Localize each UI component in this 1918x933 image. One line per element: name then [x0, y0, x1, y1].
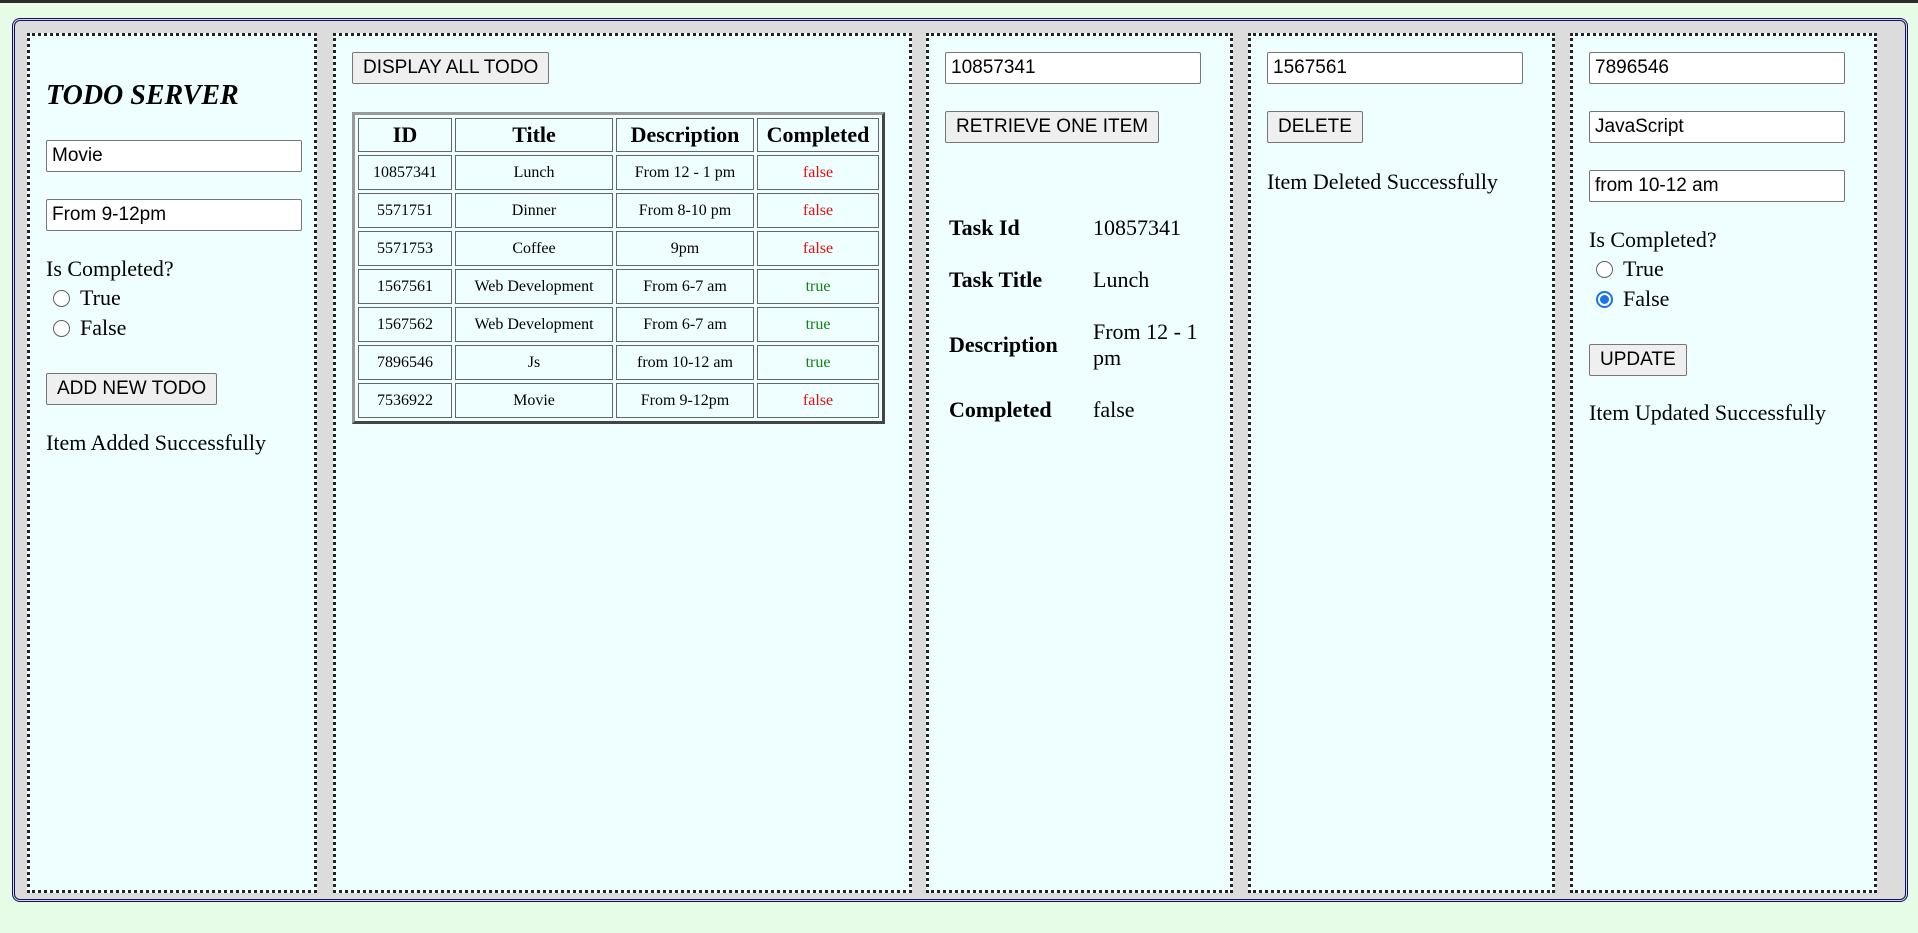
cell-description: From 8-10 pm — [616, 193, 754, 228]
cell-id: 1567562 — [358, 307, 452, 342]
delete-panel: DELETE Item Deleted Successfully — [1248, 33, 1555, 893]
update-radio-false-label: False — [1623, 286, 1670, 311]
retrieve-id-input[interactable] — [945, 52, 1201, 84]
update-completed-label: Is Completed? — [1589, 227, 1717, 252]
update-description-input[interactable] — [1589, 170, 1845, 202]
task-completed-value: false — [1093, 397, 1135, 422]
update-button[interactable]: UPDATE — [1589, 344, 1687, 376]
add-completed-label: Is Completed? — [46, 256, 174, 281]
task-id-label: Task Id — [949, 215, 1020, 240]
add-radio-false[interactable]: False — [53, 315, 126, 341]
cell-id: 10857341 — [358, 155, 452, 190]
retrieve-panel: RETRIEVE ONE ITEM Task Id 10857341 Task … — [926, 33, 1233, 893]
cell-description: 9pm — [616, 231, 754, 266]
cell-completed: true — [757, 345, 879, 380]
column-header-id: ID — [358, 118, 452, 152]
update-panel: Is Completed? True False UPDATE Item Upd… — [1570, 33, 1877, 893]
task-description-label: Description — [949, 332, 1058, 357]
todo-table: ID Title Description Completed 10857341 L… — [352, 112, 885, 424]
add-radio-false-button[interactable] — [53, 319, 70, 337]
table-header-row: ID Title Description Completed — [358, 118, 879, 152]
cell-title: Web Development — [455, 307, 613, 342]
column-header-completed: Completed — [757, 118, 879, 152]
display-all-panel: DISPLAY ALL TODO ID Title Description Co… — [333, 33, 912, 893]
add-radio-false-label: False — [80, 315, 127, 340]
table-row: 1567561 Web Development From 6-7 am true — [358, 269, 879, 304]
cell-id: 7896546 — [358, 345, 452, 380]
cell-id: 7536922 — [358, 383, 452, 418]
cell-completed: false — [757, 383, 879, 418]
delete-status-message: Item Deleted Successfully — [1267, 169, 1498, 194]
table-row: 10857341 Lunch From 12 - 1 pm false — [358, 155, 879, 190]
add-todo-panel: TODO SERVER Is Completed? True False ADD… — [27, 33, 317, 893]
task-id-value: 10857341 — [1093, 215, 1181, 240]
task-description-value: From 12 - 1 pm — [1093, 319, 1198, 370]
update-id-input[interactable] — [1589, 52, 1845, 84]
delete-id-input[interactable] — [1267, 52, 1523, 84]
cell-id: 5571751 — [358, 193, 452, 228]
cell-completed: false — [757, 193, 879, 228]
detail-row-title: Task Title Lunch — [949, 254, 1203, 306]
delete-button[interactable]: DELETE — [1267, 111, 1363, 143]
detail-row-completed: Completed false — [949, 384, 1203, 436]
add-new-todo-button[interactable]: ADD NEW TODO — [46, 373, 218, 405]
cell-title: Js — [455, 345, 613, 380]
cell-completed: true — [757, 307, 879, 342]
update-radio-false[interactable]: False — [1596, 286, 1669, 312]
cell-id: 1567561 — [358, 269, 452, 304]
display-all-todo-button[interactable]: DISPLAY ALL TODO — [352, 52, 550, 84]
cell-description: From 12 - 1 pm — [616, 155, 754, 190]
table-row: 5571753 Coffee 9pm false — [358, 231, 879, 266]
update-radio-true-label: True — [1623, 256, 1664, 281]
table-row: 1567562 Web Development From 6-7 am true — [358, 307, 879, 342]
update-radio-true[interactable]: True — [1596, 256, 1664, 282]
cell-description: from 10-12 am — [616, 345, 754, 380]
cell-completed: true — [757, 269, 879, 304]
cell-completed: false — [757, 231, 879, 266]
retrieve-one-item-button[interactable]: RETRIEVE ONE ITEM — [945, 111, 1160, 143]
add-description-input[interactable] — [46, 199, 302, 231]
update-radio-false-button[interactable] — [1596, 290, 1613, 308]
cell-title: Web Development — [455, 269, 613, 304]
add-title-input[interactable] — [46, 140, 302, 172]
app-title: TODO SERVER — [46, 80, 239, 111]
task-detail-table: Task Id 10857341 Task Title Lunch Descri… — [949, 202, 1203, 436]
task-title-value: Lunch — [1093, 267, 1150, 292]
table-row: 7536922 Movie From 9-12pm false — [358, 383, 879, 418]
task-title-label: Task Title — [949, 267, 1043, 292]
cell-title: Movie — [455, 383, 613, 418]
detail-row-description: Description From 12 - 1 pm — [949, 306, 1203, 384]
cell-title: Dinner — [455, 193, 613, 228]
update-status-message: Item Updated Successfully — [1589, 400, 1827, 425]
update-title-input[interactable] — [1589, 111, 1845, 143]
task-completed-label: Completed — [949, 397, 1052, 422]
column-header-description: Description — [616, 118, 754, 152]
cell-id: 5571753 — [358, 231, 452, 266]
update-radio-true-button[interactable] — [1596, 260, 1613, 278]
add-status-message: Item Added Successfully — [46, 430, 266, 455]
app-frame: TODO SERVER Is Completed? True False ADD… — [12, 18, 1908, 902]
cell-description: From 9-12pm — [616, 383, 754, 418]
add-radio-true-label: True — [80, 285, 121, 310]
window-top-edge — [0, 0, 1918, 3]
add-radio-true[interactable]: True — [53, 285, 121, 311]
cell-completed: false — [757, 155, 879, 190]
column-header-title: Title — [455, 118, 613, 152]
table-row: 7896546 Js from 10-12 am true — [358, 345, 879, 380]
add-radio-true-button[interactable] — [53, 289, 70, 307]
table-row: 5571751 Dinner From 8-10 pm false — [358, 193, 879, 228]
cell-title: Coffee — [455, 231, 613, 266]
detail-row-id: Task Id 10857341 — [949, 202, 1203, 254]
cell-description: From 6-7 am — [616, 307, 754, 342]
cell-title: Lunch — [455, 155, 613, 190]
cell-description: From 6-7 am — [616, 269, 754, 304]
